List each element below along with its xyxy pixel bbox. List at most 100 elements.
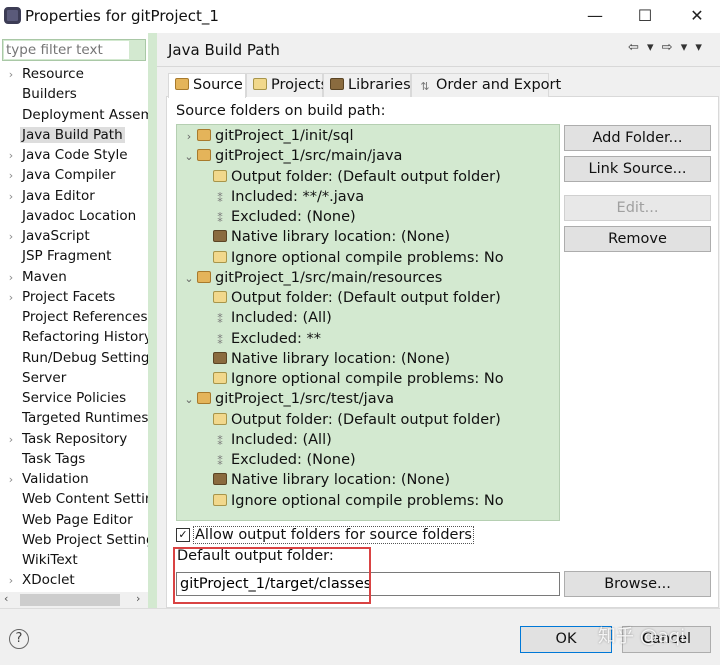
chevron-down-icon[interactable]: ⌄ <box>181 269 197 289</box>
tree-item-label: Output folder: (Default output folder) <box>231 290 501 306</box>
tree-source-folder[interactable]: › gitProject_1/init/sql <box>181 126 354 146</box>
tree-child-item[interactable]: Output folder: (Default output folder) <box>197 288 501 308</box>
chevron-right-icon[interactable]: › <box>0 288 22 307</box>
filter-icon: ⁑ <box>217 212 223 225</box>
sidebar-item-label: Java Editor <box>22 187 95 204</box>
chevron-right-icon[interactable]: › <box>0 571 22 590</box>
tree-source-folder[interactable]: ⌄ gitProject_1/src/main/resources <box>181 268 442 288</box>
tree-child-item[interactable]: ⁑ Included: (All) <box>197 430 332 450</box>
tree-child-item[interactable]: ⁑ Included: **/*.java <box>197 187 364 207</box>
allow-output-checkbox[interactable]: ✓ <box>176 528 190 542</box>
sidebar-item[interactable]: › Task Repository <box>0 429 148 449</box>
sidebar-item[interactable]: Web Content Settings <box>0 489 148 509</box>
sidebar-item[interactable]: Targeted Runtimes <box>0 408 148 428</box>
sidebar-item[interactable]: Deployment Assem <box>0 105 148 125</box>
tree-child-item[interactable]: Native library location: (None) <box>197 227 450 247</box>
scrollbar-thumb[interactable] <box>20 594 120 606</box>
source-tree[interactable]: › gitProject_1/init/sql ⌄ gitProject_1/src/… <box>176 124 560 521</box>
chevron-right-icon[interactable]: › <box>181 127 197 147</box>
tree-child-item[interactable]: ⁑ Included: (All) <box>197 308 332 328</box>
sidebar-item[interactable]: Web Project Settings <box>0 530 148 550</box>
sidebar-item[interactable]: › Project Facets <box>0 287 148 307</box>
chevron-right-icon[interactable]: › <box>0 430 22 449</box>
chevron-down-icon[interactable]: ⌄ <box>181 147 197 167</box>
minimize-button[interactable]: — <box>575 4 615 28</box>
sidebar-item[interactable]: › Java Code Style <box>0 145 148 165</box>
sidebar-item[interactable]: Server <box>0 368 148 388</box>
tree-child-item[interactable]: ⁑ Excluded: ** <box>197 329 321 349</box>
sidebar-item[interactable]: › XDoclet <box>0 570 148 590</box>
tree-source-folder[interactable]: ⌄ gitProject_1/src/main/java <box>181 146 402 166</box>
chevron-right-icon[interactable]: › <box>0 268 22 287</box>
sidebar-item[interactable]: Web Page Editor <box>0 510 148 530</box>
chevron-right-icon[interactable]: › <box>0 187 22 206</box>
tree-child-item[interactable]: Ignore optional compile problems: No <box>197 491 504 511</box>
chevron-down-icon[interactable]: ⌄ <box>181 390 197 410</box>
close-button[interactable]: ✕ <box>677 4 717 28</box>
sidebar-item[interactable]: Builders <box>0 84 148 104</box>
chevron-right-icon[interactable]: › <box>0 227 22 246</box>
highlight-box <box>173 547 371 604</box>
tree-child-item[interactable]: Output folder: (Default output folder) <box>197 167 501 187</box>
add-folder-button[interactable]: Add Folder... <box>564 125 711 151</box>
help-icon[interactable]: ? <box>9 629 29 649</box>
tab-label: Source <box>193 77 243 93</box>
tab-source[interactable]: Source <box>168 73 246 98</box>
watermark: 知乎 @aqi <box>598 626 686 647</box>
sidebar-item[interactable]: Task Tags <box>0 449 148 469</box>
sidebar-item[interactable]: Project References <box>0 307 148 327</box>
sidebar-item[interactable]: Javadoc Location <box>0 206 148 226</box>
sidebar-item[interactable]: › Validation <box>0 469 148 489</box>
sidebar-item[interactable]: Run/Debug Settings <box>0 348 148 368</box>
sidebar-item-label: Server <box>22 369 67 386</box>
sidebar-item[interactable]: › Java Compiler <box>0 165 148 185</box>
chevron-right-icon[interactable]: › <box>0 166 22 185</box>
tree-child-item[interactable]: Ignore optional compile problems: No <box>197 248 504 268</box>
maximize-button[interactable]: ☐ <box>625 4 665 28</box>
browse-button[interactable]: Browse... <box>564 571 711 597</box>
tab-libraries[interactable]: Libraries <box>323 73 411 97</box>
scroll-left-icon[interactable]: ‹ <box>4 592 8 605</box>
sidebar-item[interactable]: › Java Editor <box>0 186 148 206</box>
filter-icon: ⁑ <box>217 434 223 448</box>
sidebar-item-label: Javadoc Location <box>22 207 137 224</box>
package-folder-icon <box>197 392 211 405</box>
eclipse-icon <box>4 7 21 24</box>
package-folder-icon <box>197 270 211 283</box>
source-folders-label: Source folders on build path: <box>176 103 386 119</box>
sidebar-item[interactable]: › Maven <box>0 267 148 287</box>
edit-button[interactable]: Edit... <box>564 195 711 221</box>
tab-projects[interactable]: Projects <box>246 73 328 97</box>
scroll-right-icon[interactable]: › <box>136 592 140 605</box>
sidebar-item[interactable]: Refactoring History <box>0 327 148 347</box>
tree-source-folder[interactable]: ⌄ gitProject_1/src/test/java <box>181 389 394 409</box>
chevron-right-icon[interactable]: › <box>0 65 22 84</box>
tree-child-item[interactable]: ⁑ Excluded: (None) <box>197 450 355 470</box>
tree-item-label: Output folder: (Default output folder) <box>231 168 501 185</box>
sidebar-item[interactable]: JSP Fragment <box>0 246 148 266</box>
sidebar-item[interactable]: › Resource <box>0 64 148 84</box>
sash[interactable] <box>148 33 157 608</box>
output-folder-icon <box>213 493 227 506</box>
sidebar-item-label: Task Repository <box>22 430 128 447</box>
filter-input[interactable] <box>4 41 129 59</box>
remove-button[interactable]: Remove <box>564 226 711 252</box>
allow-output-label[interactable]: Allow output folders for source folders <box>193 526 474 544</box>
tab-order-and-export[interactable]: ⇅ Order and Export <box>411 73 561 97</box>
chevron-right-icon[interactable]: › <box>0 470 22 489</box>
tree-child-item[interactable]: Output folder: (Default output folder) <box>197 410 501 430</box>
tree-child-item[interactable]: Ignore optional compile problems: No <box>197 369 504 389</box>
tree-child-item[interactable]: Native library location: (None) <box>197 470 450 490</box>
sidebar-item-label: Service Policies <box>22 390 127 406</box>
sidebar-item[interactable]: Service Policies <box>0 388 148 408</box>
sidebar-item[interactable]: › JavaScript <box>0 226 148 246</box>
native-library-icon <box>213 230 227 243</box>
chevron-right-icon[interactable]: › <box>0 146 22 165</box>
back-forward-icons[interactable]: ⇦ ▾ ⇨ ▾ ▾ <box>628 40 704 55</box>
tree-child-item[interactable]: ⁑ Excluded: (None) <box>197 207 355 227</box>
sidebar-item[interactable]: Java Build Path <box>0 125 148 145</box>
link-source-button[interactable]: Link Source... <box>564 156 711 182</box>
tree-child-item[interactable]: Native library location: (None) <box>197 349 450 369</box>
sidebar-item[interactable]: WikiText <box>0 550 148 570</box>
output-folder-icon <box>213 250 227 263</box>
